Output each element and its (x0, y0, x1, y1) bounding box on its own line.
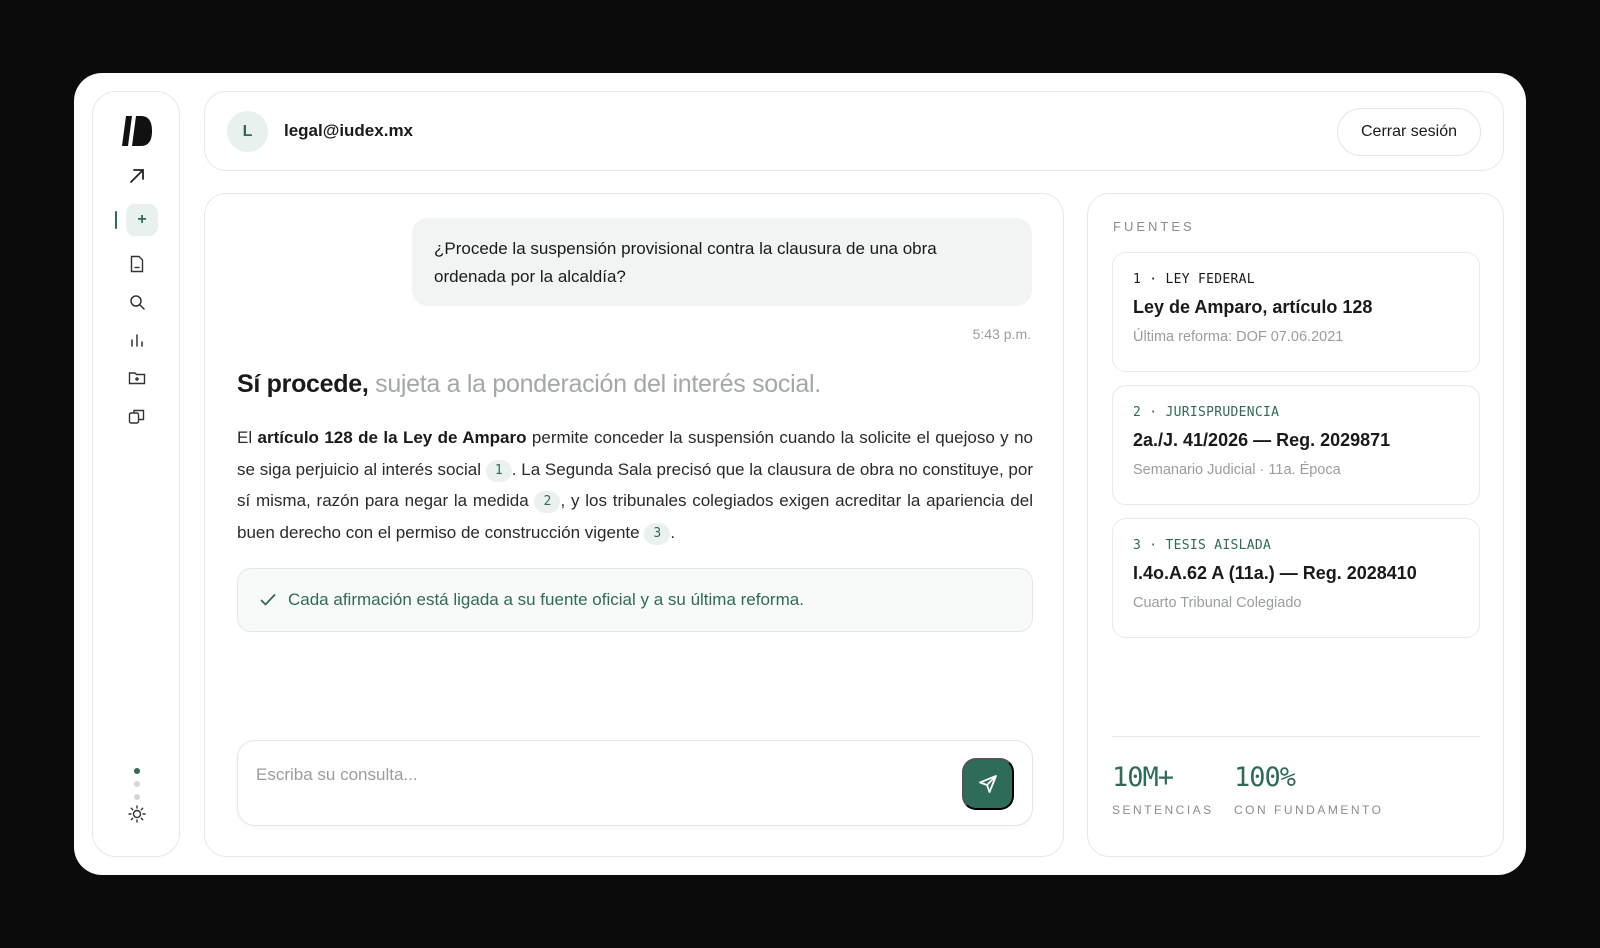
verified-note-text: Cada afirmación está ligada a su fuente … (288, 590, 804, 609)
message-timestamp: 5:43 p.m. (972, 326, 1031, 342)
source-kind: 3 · TESIS AISLADA (1133, 538, 1272, 553)
pagination-dots (134, 768, 140, 807)
answer-text: El (237, 428, 258, 447)
dot[interactable] (134, 794, 140, 800)
stat-value: 100% (1234, 762, 1296, 793)
answer-body: El artículo 128 de la Ley de Amparo perm… (237, 422, 1033, 548)
source-title: 2a./J. 41/2026 — Reg. 2029871 (1133, 430, 1391, 450)
source-meta: Última reforma: DOF 07.06.2021 (1133, 329, 1344, 345)
source-title: Ley de Amparo, artículo 128 (1133, 297, 1373, 317)
dot[interactable] (134, 781, 140, 787)
stat-label: SENTENCIAS (1112, 803, 1214, 817)
stat-value: 10M+ (1112, 762, 1174, 793)
check-icon (260, 593, 276, 607)
source-kind: 1 · LEY FEDERAL (1133, 272, 1255, 287)
chart-icon[interactable] (127, 330, 147, 350)
copy-icon[interactable] (127, 406, 147, 426)
user-message: ¿Procede la suspensión provisional contr… (412, 218, 1032, 306)
send-button[interactable] (962, 758, 1014, 810)
source-meta: Cuarto Tribunal Colegiado (1133, 595, 1302, 611)
sidebar: + (92, 91, 180, 857)
source-card[interactable]: 2 · JURISPRUDENCIA 2a./J. 41/2026 — Reg.… (1112, 385, 1480, 505)
sources-panel: FUENTES 1 · LEY FEDERAL Ley de Amparo, a… (1087, 193, 1504, 857)
answer-bold: artículo 128 de la Ley de Amparo (257, 428, 527, 447)
answer-heading-strong: Sí procede, (237, 370, 369, 398)
new-chat-button[interactable]: + (126, 204, 158, 236)
nav-active-indicator (115, 211, 117, 229)
arrow-up-right-icon[interactable] (127, 166, 147, 186)
stat-fundamento: 100% CON FUNDAMENTO (1234, 762, 1383, 817)
query-input[interactable] (256, 761, 916, 789)
source-card[interactable]: 1 · LEY FEDERAL Ley de Amparo, artículo … (1112, 252, 1480, 372)
citation-3[interactable]: 3 (644, 522, 671, 545)
stat-label: CON FUNDAMENTO (1234, 803, 1384, 817)
stat-sentencias: 10M+ SENTENCIAS (1112, 762, 1214, 817)
folder-icon[interactable] (127, 368, 147, 388)
divider (1112, 736, 1480, 737)
search-icon[interactable] (127, 292, 147, 312)
avatar: L (227, 111, 268, 152)
source-title: I.4o.A.62 A (11a.) — Reg. 2028410 (1133, 563, 1417, 583)
answer-text: . (670, 522, 676, 542)
sources-title: FUENTES (1113, 219, 1195, 234)
source-card[interactable]: 3 · TESIS AISLADA I.4o.A.62 A (11a.) — R… (1112, 518, 1480, 638)
logo[interactable] (121, 116, 153, 146)
user-email: legal@iudex.mx (284, 121, 414, 140)
top-bar: L legal@iudex.mx Cerrar sesión (204, 91, 1504, 171)
source-meta: Semanario Judicial · 11a. Época (1133, 462, 1341, 478)
answer-heading-muted: sujeta a la ponderación del interés soci… (375, 370, 821, 398)
sun-icon[interactable] (127, 804, 147, 824)
citation-2[interactable]: 2 (534, 491, 561, 513)
verified-note: Cada afirmación está ligada a su fuente … (237, 568, 1033, 632)
document-icon[interactable] (127, 254, 147, 274)
composer (237, 740, 1033, 826)
dot-active[interactable] (134, 768, 140, 774)
send-icon (978, 774, 998, 794)
logout-button[interactable]: Cerrar sesión (1337, 108, 1481, 156)
source-kind: 2 · JURISPRUDENCIA (1133, 405, 1280, 420)
app-window: + L legal@iudex.mx Cerrar sesión ¿Proced… (74, 73, 1526, 875)
citation-1[interactable]: 1 (485, 459, 512, 482)
chat-panel: ¿Procede la suspensión provisional contr… (204, 193, 1064, 857)
answer-heading: Sí procede, sujeta a la ponderación del … (237, 370, 821, 399)
